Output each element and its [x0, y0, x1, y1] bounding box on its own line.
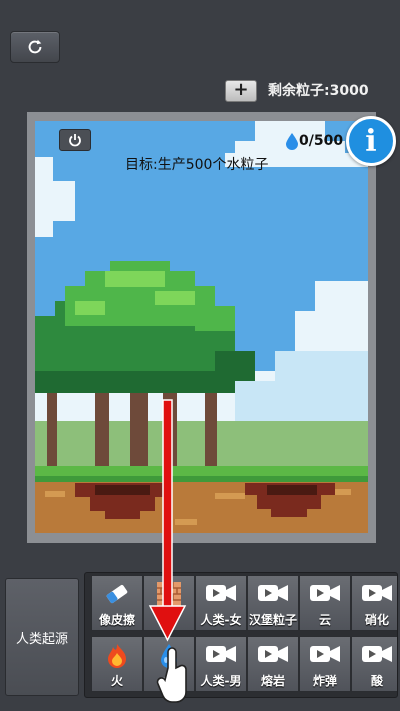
tile-label: 墙	[162, 613, 175, 627]
video-ad-icon	[258, 585, 288, 601]
refresh-icon	[28, 39, 42, 54]
water-drop-icon	[161, 644, 177, 668]
add-particles-button[interactable]: +	[225, 80, 257, 102]
element-tray[interactable]: 像皮擦 墙 人类-女 汉堡粒子 云 硝化 火 水 人类-男 熔岩 炸弹 酸	[84, 572, 398, 698]
fire-icon	[108, 644, 126, 668]
tile-burger[interactable]: 汉堡粒子	[247, 575, 299, 631]
tile-human-male[interactable]: 人类-男	[195, 636, 247, 692]
reset-button[interactable]	[10, 31, 60, 63]
pixel-landscape	[35, 121, 368, 533]
tile-label: 水	[162, 674, 175, 688]
video-ad-icon	[258, 646, 288, 662]
tile-acid[interactable]: 酸	[351, 636, 397, 692]
info-button[interactable]: i	[346, 116, 396, 166]
tile-label: 像皮擦	[98, 613, 135, 627]
water-counter: 0/500	[285, 132, 343, 150]
category-button[interactable]: 人类起源	[5, 578, 79, 696]
tile-label: 火	[110, 674, 123, 688]
tile-cloud[interactable]: 云	[299, 575, 351, 631]
video-ad-icon	[362, 646, 392, 662]
brick-wall-icon	[157, 582, 181, 606]
tile-water[interactable]: 水	[143, 636, 195, 692]
video-ad-icon	[310, 646, 340, 662]
video-ad-icon	[362, 585, 392, 601]
tile-human-female[interactable]: 人类-女	[195, 575, 247, 631]
water-counter-value: 0/500	[299, 133, 344, 149]
remaining-particles: 剩余粒子:3000	[268, 83, 369, 99]
power-button[interactable]	[59, 129, 91, 151]
tile-label: 人类-女	[200, 613, 242, 627]
tile-wall[interactable]: 墙	[143, 575, 195, 631]
water-drop-icon	[286, 133, 298, 150]
tile-nitro[interactable]: 硝化	[351, 575, 397, 631]
tile-label: 人类-男	[200, 674, 242, 688]
tile-fire[interactable]: 火	[91, 636, 143, 692]
tile-label: 云	[318, 613, 331, 627]
tile-label: 汉堡粒子	[248, 613, 297, 627]
goal-text: 目标:生产500个水粒子	[125, 157, 269, 173]
video-ad-icon	[206, 646, 236, 662]
video-ad-icon	[206, 585, 236, 601]
tile-bomb[interactable]: 炸弹	[299, 636, 351, 692]
tile-label: 硝化	[364, 613, 389, 627]
game-canvas[interactable]: 目标:生产500个水粒子 0/500	[35, 121, 368, 533]
tile-eraser[interactable]: 像皮擦	[91, 575, 143, 631]
tile-label: 炸弹	[312, 674, 337, 688]
tile-label: 酸	[370, 674, 383, 688]
eraser-icon	[106, 584, 128, 604]
tile-label: 熔岩	[260, 674, 285, 688]
tile-lava[interactable]: 熔岩	[247, 636, 299, 692]
power-icon	[69, 134, 81, 147]
video-ad-icon	[310, 585, 340, 601]
